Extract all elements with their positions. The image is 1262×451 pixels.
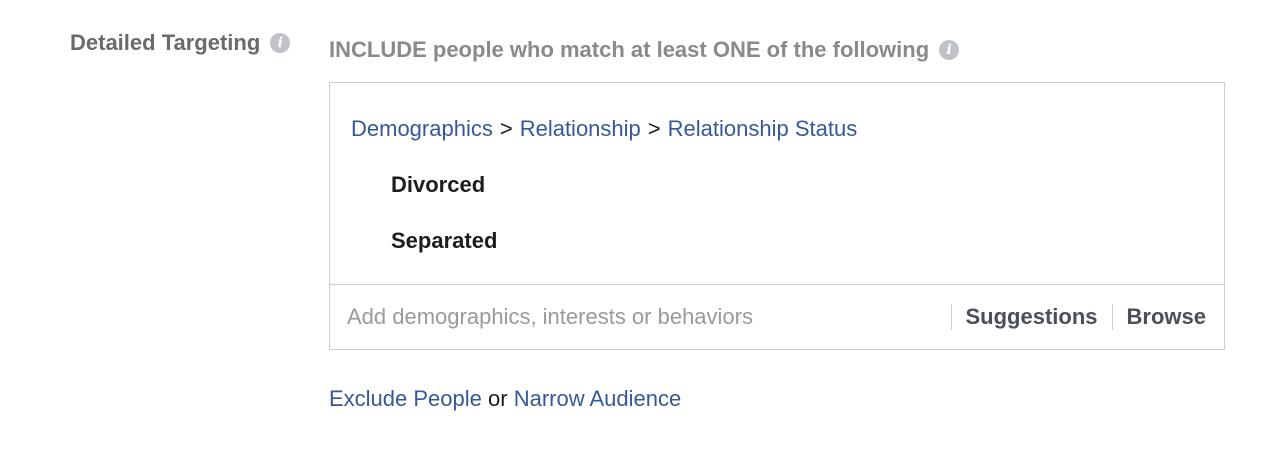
search-actions: Suggestions Browse bbox=[950, 285, 1225, 349]
info-icon[interactable]: i bbox=[270, 33, 291, 53]
search-row: Suggestions Browse bbox=[330, 285, 1224, 349]
detailed-targeting-label-group: Detailed Targeting i bbox=[70, 30, 291, 56]
footer-links: Exclude People or Narrow Audience bbox=[329, 386, 681, 412]
info-icon[interactable]: i bbox=[939, 40, 960, 60]
breadcrumb-separator: > bbox=[499, 116, 513, 141]
detailed-targeting-label: Detailed Targeting bbox=[70, 30, 261, 55]
selected-item-separated[interactable]: Separated bbox=[391, 228, 497, 254]
targeting-search-input[interactable] bbox=[330, 285, 920, 349]
exclude-people-link[interactable]: Exclude People bbox=[329, 386, 482, 411]
targeting-box: Demographics > Relationship > Relationship S… bbox=[329, 82, 1225, 350]
breadcrumb-relationship-status[interactable]: Relationship Status bbox=[668, 116, 858, 141]
breadcrumb-relationship[interactable]: Relationship bbox=[520, 116, 641, 141]
breadcrumb-demographics[interactable]: Demographics bbox=[351, 116, 493, 141]
browse-button[interactable]: Browse bbox=[1113, 304, 1224, 330]
breadcrumb: Demographics > Relationship > Relationship S… bbox=[351, 116, 857, 142]
include-heading-group: INCLUDE people who match at least ONE of… bbox=[329, 37, 960, 63]
narrow-audience-link[interactable]: Narrow Audience bbox=[514, 386, 682, 411]
include-heading: INCLUDE people who match at least ONE of… bbox=[329, 37, 930, 62]
breadcrumb-separator: > bbox=[647, 116, 661, 141]
selected-item-divorced[interactable]: Divorced bbox=[391, 172, 485, 198]
suggestions-button[interactable]: Suggestions bbox=[952, 304, 1112, 330]
detailed-targeting-panel: Detailed Targeting i INCLUDE people who … bbox=[0, 0, 1262, 451]
selected-targeting-list: Demographics > Relationship > Relationship S… bbox=[330, 83, 1224, 285]
or-text: or bbox=[488, 386, 508, 411]
